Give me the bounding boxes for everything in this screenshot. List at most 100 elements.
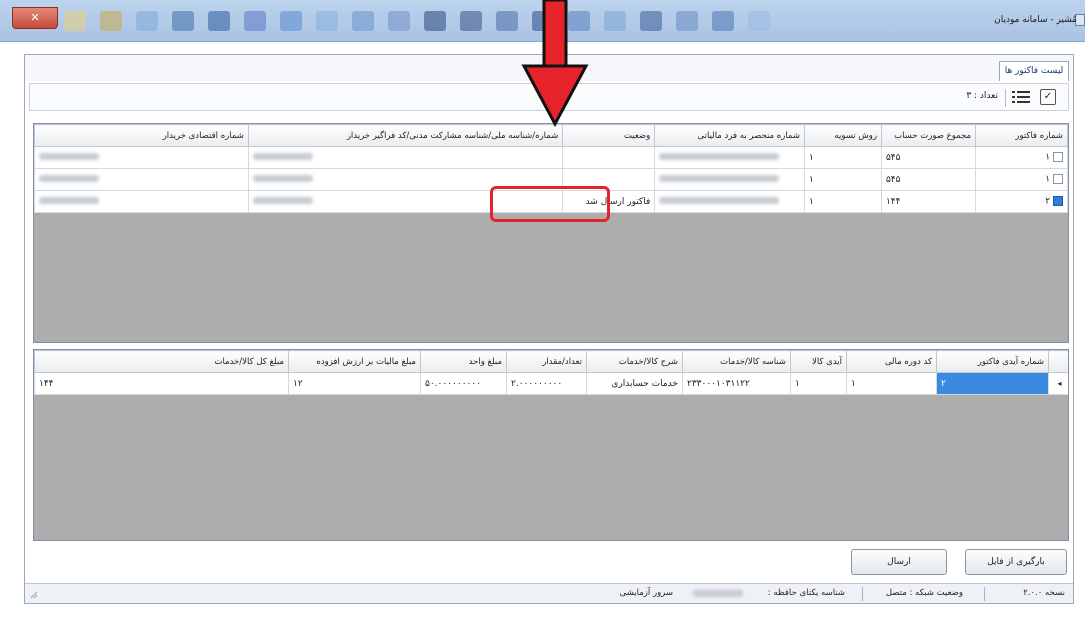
buyer-economic-cell[interactable] [34, 146, 249, 169]
app-icon [244, 11, 266, 31]
total-cell[interactable]: ۱۴۴ [880, 190, 977, 213]
status-separator [984, 587, 985, 601]
column-header[interactable]: مجموع صورت حساب [880, 124, 977, 147]
column-header[interactable]: شماره منحصر به فرد مالیاتی [654, 124, 805, 147]
main-panel: لیست فاکتور ها ✓ تعداد : ۳ شماره فاکتور … [24, 54, 1074, 604]
tab-invoice-list[interactable]: لیست فاکتور ها [999, 61, 1069, 81]
invoice-items-grid[interactable]: شماره آیدی فاکتور کد دوره مالی آیدی کالا… [33, 349, 1069, 541]
app-icon [712, 11, 734, 31]
column-header[interactable]: شماره/شناسه ملی/شناسه مشارکت مدنی/کد فرا… [247, 124, 564, 147]
arrow-down-icon [521, 0, 589, 128]
redacted-value [252, 196, 313, 204]
app-icon [352, 11, 374, 31]
app-icon [280, 11, 302, 31]
item-total-cell[interactable]: ۱۴۴ [34, 372, 289, 395]
period-code-cell[interactable]: ۱ [846, 372, 937, 395]
resize-grip-icon[interactable] [29, 588, 39, 600]
table-row[interactable]: ◂ ۲ ۱ ۱ ۲۳۳۰۰۰۱۰۳۱۱۲۲ خدمات حسابداری ۲.۰… [34, 372, 1068, 395]
load-from-file-button[interactable]: بارگیری از فایل [965, 549, 1067, 575]
app-icon [424, 11, 446, 31]
row-indicator-icon: ◂ [1048, 372, 1068, 395]
invoice-no-cell[interactable]: ۱ [975, 146, 1068, 169]
tax-id-cell[interactable] [654, 146, 805, 169]
redacted-value [659, 174, 780, 182]
app-icon [388, 11, 410, 31]
settlement-cell[interactable]: ۱ [803, 168, 882, 191]
settlement-cell[interactable]: ۱ [803, 190, 882, 213]
highlight-annotation [490, 186, 610, 222]
items-table: شماره آیدی فاکتور کد دوره مالی آیدی کالا… [34, 350, 1068, 395]
app-icon [460, 11, 482, 31]
app-icon [316, 11, 338, 31]
table-row[interactable]: ۱ ۵۴۵ ۱ [34, 146, 1068, 169]
redacted-value [39, 152, 99, 160]
invoice-no-cell[interactable]: ۲ [975, 190, 1068, 213]
items-header-row: شماره آیدی فاکتور کد دوره مالی آیدی کالا… [34, 350, 1068, 373]
column-header[interactable]: تعداد/مقدار [506, 350, 587, 373]
unit-price-cell[interactable]: ۵۰.۰۰۰۰۰۰۰۰۰ [420, 372, 507, 395]
redacted-value [659, 196, 780, 204]
network-status: وضعیت شبکه : متصل [885, 588, 963, 598]
redacted-value [693, 590, 743, 597]
app-icon [208, 11, 230, 31]
tax-id-cell[interactable] [654, 168, 805, 191]
redacted-value [252, 174, 313, 182]
column-header[interactable]: شماره اقتصادی خریدار [34, 124, 249, 147]
version-label: نسخه ۲.۰.۰ [1023, 588, 1065, 598]
app-icon [172, 11, 194, 31]
app-icon [64, 11, 86, 31]
status-cell[interactable] [562, 146, 656, 169]
column-header[interactable]: مبلغ واحد [420, 350, 507, 373]
app-icon [136, 11, 158, 31]
column-header[interactable]: شماره فاکتور [975, 124, 1068, 147]
send-button[interactable]: ارسال [851, 549, 947, 575]
app-icon [100, 11, 122, 31]
invoice-no-cell[interactable]: ۱ [975, 168, 1068, 191]
redacted-value [39, 174, 99, 182]
column-header[interactable]: شرح کالا/خدمات [586, 350, 683, 373]
column-header[interactable]: آیدی کالا [790, 350, 847, 373]
app-icon [604, 11, 626, 31]
row-checkbox[interactable] [1053, 196, 1063, 207]
select-all-icon[interactable]: ✓ [1040, 89, 1056, 105]
invoice-id-cell[interactable]: ۲ [936, 372, 1049, 395]
total-cell[interactable]: ۵۴۵ [880, 146, 977, 169]
close-button[interactable]: ✕ [12, 7, 58, 29]
row-indicator-header [1048, 350, 1068, 373]
buyer-economic-cell[interactable] [34, 190, 249, 213]
row-checkbox[interactable] [1053, 174, 1063, 185]
buyer-id-cell[interactable] [247, 146, 564, 169]
row-checkbox[interactable] [1053, 152, 1063, 163]
column-header[interactable]: مبلغ مالیات بر ارزش افزوده [288, 350, 421, 373]
toolbar-separator [1005, 89, 1006, 107]
status-bar: نسخه ۲.۰.۰ وضعیت شبکه : متصل شناسه یکتای… [25, 583, 1073, 603]
vat-cell[interactable]: ۱۲ [288, 372, 421, 395]
buyer-economic-cell[interactable] [34, 168, 249, 191]
list-view-icon[interactable] [1012, 89, 1030, 105]
background-taskbar-icons [64, 8, 964, 34]
app-icon [640, 11, 662, 31]
invoice-no: ۲ [1045, 196, 1051, 207]
redacted-value [252, 152, 313, 160]
column-header[interactable]: مبلغ کل کالا/خدمات [34, 350, 289, 373]
item-id-cell[interactable]: ۱ [790, 372, 847, 395]
record-count: تعداد : ۳ [966, 91, 998, 101]
description-cell[interactable]: خدمات حسابداری [586, 372, 683, 395]
tax-id-cell[interactable] [654, 190, 805, 213]
window-title: مُشیر - سامانه مودیان [994, 15, 1077, 25]
server-label: سرور آزمایشی [619, 588, 673, 598]
invoice-no: ۱ [1045, 174, 1051, 185]
total-cell[interactable]: ۵۴۵ [880, 168, 977, 191]
settlement-cell[interactable]: ۱ [803, 146, 882, 169]
column-header[interactable]: کد دوره مالی [846, 350, 937, 373]
quantity-cell[interactable]: ۲.۰۰۰۰۰۰۰۰۰ [506, 372, 587, 395]
column-header[interactable]: شناسه کالا/خدمات [682, 350, 791, 373]
item-code-cell[interactable]: ۲۳۳۰۰۰۱۰۳۱۱۲۲ [682, 372, 791, 395]
column-header[interactable]: شماره آیدی فاکتور [936, 350, 1049, 373]
invoice-grid[interactable]: شماره فاکتور مجموع صورت حساب روش تسویه ش… [33, 123, 1069, 343]
app-icon [496, 11, 518, 31]
redacted-value [659, 152, 780, 160]
invoice-no: ۱ [1045, 152, 1051, 163]
redacted-value [39, 196, 99, 204]
column-header[interactable]: روش تسویه [803, 124, 882, 147]
